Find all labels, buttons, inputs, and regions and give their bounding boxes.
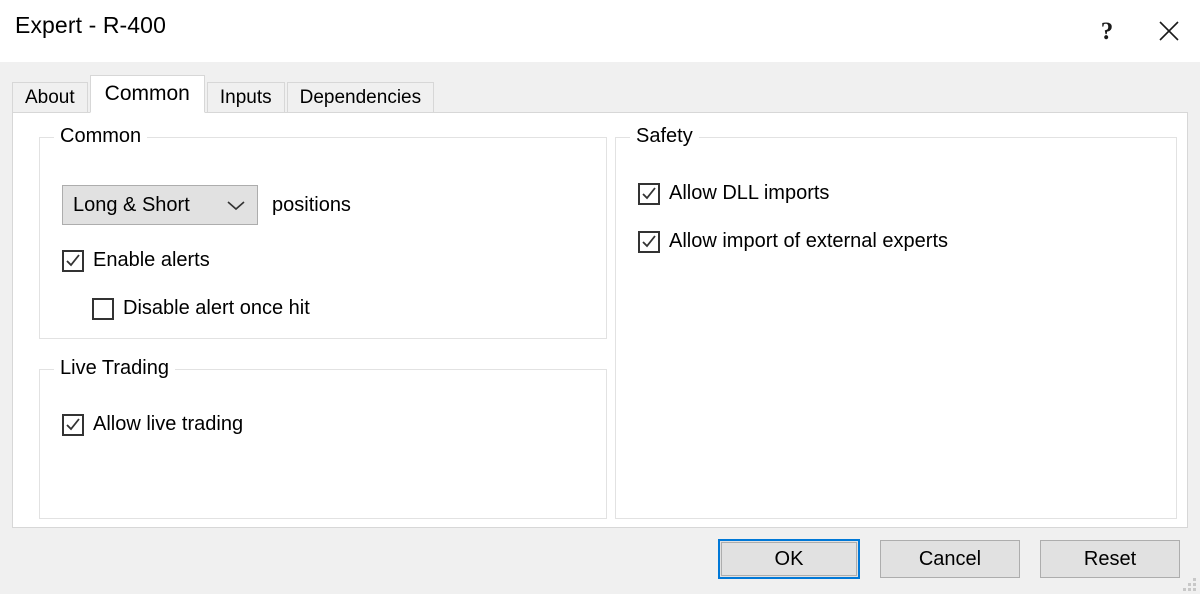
title-bar-buttons: ? bbox=[1076, 0, 1200, 62]
checkbox-allow-dll-imports-label: Allow DLL imports bbox=[669, 182, 830, 204]
group-live-trading: Live Trading Allow live trading bbox=[39, 357, 607, 519]
checkbox-enable-alerts-label: Enable alerts bbox=[93, 249, 210, 271]
chevron-down-icon bbox=[215, 198, 257, 212]
positions-combobox-value: Long & Short bbox=[73, 193, 190, 216]
checkbox-checked-icon bbox=[62, 249, 84, 272]
checkbox-enable-alerts[interactable]: Enable alerts bbox=[62, 249, 210, 272]
resize-grip-icon[interactable] bbox=[1180, 575, 1196, 591]
tab-strip: About Common Inputs Dependencies bbox=[12, 75, 436, 113]
checkbox-unchecked-icon bbox=[92, 297, 114, 320]
tab-about[interactable]: About bbox=[12, 82, 88, 112]
help-button[interactable]: ? bbox=[1076, 0, 1138, 62]
checkbox-checked-icon bbox=[638, 182, 660, 205]
tab-inputs[interactable]: Inputs bbox=[206, 82, 285, 112]
question-mark-icon: ? bbox=[1100, 17, 1114, 45]
checkbox-allow-external-experts-label: Allow import of external experts bbox=[669, 230, 949, 252]
tab-panel-common: Common Long & Short positions Enable ale… bbox=[12, 112, 1188, 528]
tab-dependencies[interactable]: Dependencies bbox=[286, 82, 435, 112]
checkbox-allow-dll-imports[interactable]: Allow DLL imports bbox=[638, 182, 829, 205]
group-common-title: Common bbox=[54, 125, 148, 148]
close-icon bbox=[1156, 18, 1182, 44]
dialog-footer: OK Cancel Reset bbox=[0, 528, 1200, 594]
checkbox-disable-alert-once-hit[interactable]: Disable alert once hit bbox=[92, 297, 310, 320]
cancel-button[interactable]: Cancel bbox=[880, 540, 1020, 578]
checkbox-disable-alert-once-hit-label: Disable alert once hit bbox=[123, 297, 310, 319]
group-live-trading-title: Live Trading bbox=[54, 357, 175, 380]
window-title: Expert - R-400 bbox=[15, 12, 166, 38]
ok-button[interactable]: OK bbox=[718, 539, 860, 579]
ok-button-label: OK bbox=[721, 542, 857, 576]
reset-button[interactable]: Reset bbox=[1040, 540, 1180, 578]
group-safety-title: Safety bbox=[630, 125, 699, 148]
checkbox-checked-icon bbox=[62, 413, 84, 436]
title-bar: Expert - R-400 ? bbox=[0, 0, 1200, 62]
positions-combobox[interactable]: Long & Short bbox=[62, 185, 258, 225]
tab-common[interactable]: Common bbox=[89, 75, 205, 113]
checkbox-allow-live-trading[interactable]: Allow live trading bbox=[62, 413, 243, 436]
close-button[interactable] bbox=[1138, 0, 1200, 62]
checkbox-checked-icon bbox=[638, 230, 660, 253]
group-common: Common Long & Short positions Enable ale… bbox=[39, 125, 607, 339]
positions-label: positions bbox=[272, 194, 351, 216]
checkbox-allow-external-experts[interactable]: Allow import of external experts bbox=[638, 230, 948, 253]
checkbox-allow-live-trading-label: Allow live trading bbox=[93, 413, 244, 435]
group-safety: Safety Allow DLL imports Allow import of… bbox=[615, 125, 1177, 519]
